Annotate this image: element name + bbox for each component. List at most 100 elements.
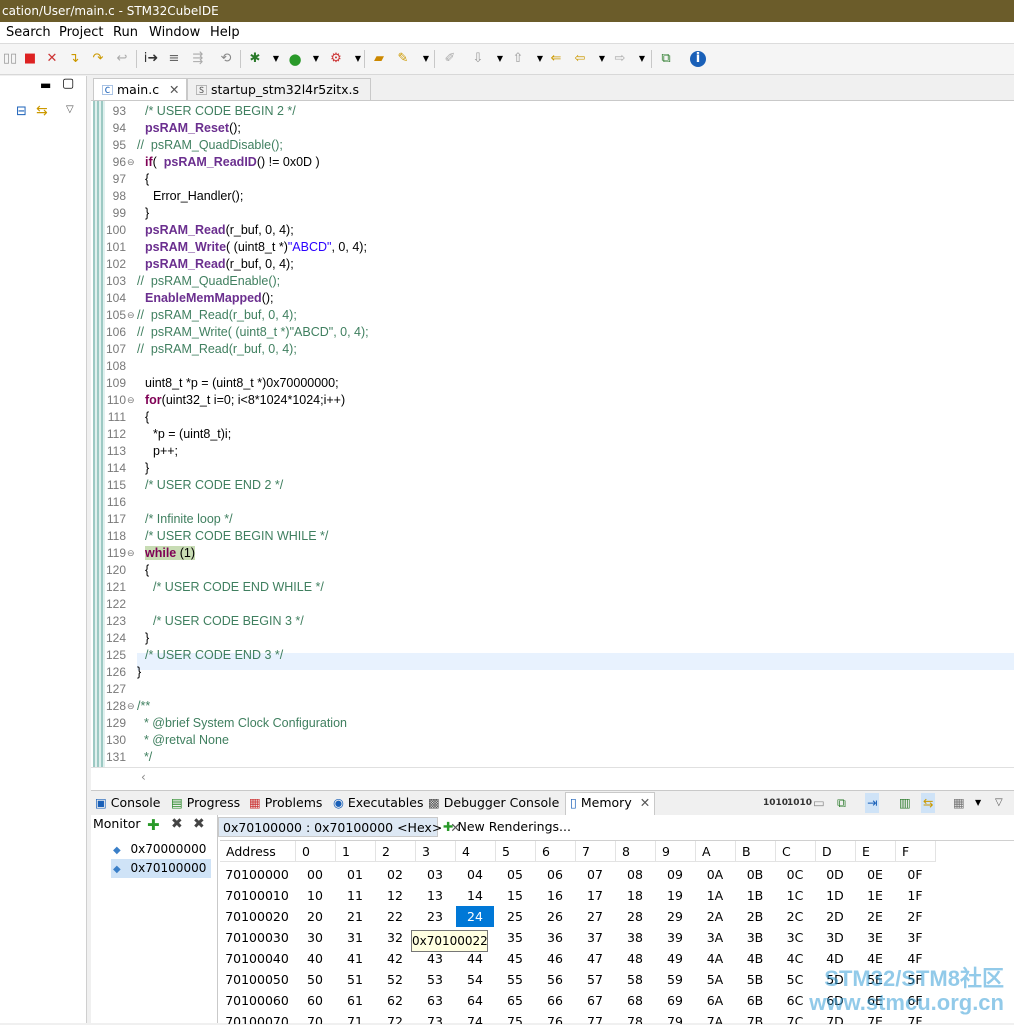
menu-project[interactable]: Project <box>59 22 103 43</box>
memory-byte-cell[interactable]: 68 <box>616 990 654 1011</box>
add-monitor-icon[interactable]: ✚ <box>147 816 160 834</box>
memory-byte-cell[interactable]: 28 <box>616 906 654 927</box>
column-header[interactable]: F <box>896 841 936 862</box>
rendering-tab[interactable]: 0x70100000 : 0x70100000 <Hex> ✕ <box>218 817 461 837</box>
close-icon[interactable]: ✕ <box>169 82 179 97</box>
memory-byte-cell[interactable]: 41 <box>336 948 374 969</box>
close-icon[interactable]: ✕ <box>640 795 650 810</box>
memory-byte-cell[interactable]: 39 <box>656 927 694 948</box>
memory-byte-cell[interactable]: 1E <box>856 885 894 906</box>
memory-byte-cell[interactable]: 45 <box>496 948 534 969</box>
tab-console[interactable]: ▣ Console <box>95 793 160 813</box>
memory-address-cell[interactable]: 70100000 <box>220 864 294 885</box>
memory-byte-cell[interactable]: 48 <box>616 948 654 969</box>
column-header[interactable]: 9 <box>656 841 696 862</box>
memory-byte-cell[interactable]: 2C <box>776 906 814 927</box>
fold-icon[interactable]: ⊖ <box>127 154 135 171</box>
menu-run[interactable]: Run <box>113 22 138 43</box>
memory-address-cell[interactable]: 70100030 <box>220 927 294 948</box>
memory-byte-cell[interactable]: 52 <box>376 969 414 990</box>
memory-byte-cell[interactable]: 36 <box>536 927 574 948</box>
column-header[interactable]: E <box>856 841 896 862</box>
fold-icon[interactable]: ⊖ <box>127 545 135 562</box>
chevron-down-icon[interactable]: ▼ <box>492 51 508 67</box>
external-tools-icon[interactable]: ⚙ <box>328 51 344 67</box>
tab-debugger-console[interactable]: ▩ Debugger Console <box>428 793 559 813</box>
terminate-icon[interactable]: ■ <box>22 51 38 67</box>
list-icon[interactable]: ≡ <box>166 51 182 67</box>
export-icon[interactable]: ⧉ <box>837 793 846 813</box>
memory-byte-cell[interactable]: 35 <box>496 927 534 948</box>
column-header[interactable]: 6 <box>536 841 576 862</box>
memory-byte-cell[interactable]: 40 <box>296 948 334 969</box>
resume-icon[interactable]: ▯▯ <box>2 51 18 67</box>
disconnect-icon[interactable]: ✕ <box>44 51 60 67</box>
open-folder-icon[interactable]: ▰ <box>371 51 387 67</box>
tab-progress[interactable]: ▤ Progress <box>171 793 240 813</box>
memory-address-cell[interactable]: 70100020 <box>220 906 294 927</box>
memory-byte-cell[interactable]: 60 <box>296 990 334 1011</box>
tab-problems[interactable]: ▦ Problems <box>249 793 322 813</box>
chevron-down-icon[interactable]: ▼ <box>418 51 434 67</box>
memory-byte-cell[interactable]: 2D <box>816 906 854 927</box>
editor-scrollbar[interactable]: ‹ <box>91 767 1014 790</box>
memory-byte-cell[interactable]: 15 <box>496 885 534 906</box>
memory-byte-cell[interactable]: 56 <box>536 969 574 990</box>
memory-byte-cell[interactable]: 76 <box>536 1011 574 1024</box>
memory-byte-cell[interactable]: 54 <box>456 969 494 990</box>
memory-byte-cell[interactable]: 27 <box>576 906 614 927</box>
new-doc-icon[interactable]: ▭ <box>813 793 825 813</box>
fold-icon[interactable]: ⊖ <box>127 307 135 324</box>
memory-byte-cell[interactable]: 03 <box>416 864 454 885</box>
chevron-down-icon[interactable]: ▼ <box>975 793 981 813</box>
memory-byte-cell[interactable]: 4A <box>696 948 734 969</box>
memory-byte-cell[interactable]: 69 <box>656 990 694 1011</box>
drop-frame-icon[interactable]: ⇶ <box>190 51 206 67</box>
memory-byte-cell[interactable]: 00 <box>296 864 334 885</box>
column-header[interactable]: A <box>696 841 736 862</box>
memory-byte-cell[interactable]: 78 <box>616 1011 654 1024</box>
memory-byte-cell[interactable]: 07 <box>576 864 614 885</box>
restart-icon[interactable]: ⟲ <box>218 51 234 67</box>
memory-byte-cell[interactable]: 16 <box>536 885 574 906</box>
annotation-icon[interactable]: ⇩ <box>470 51 486 67</box>
memory-byte-cell[interactable]: 29 <box>656 906 694 927</box>
code-editor[interactable]: 93 /* USER CODE BEGIN 2 */ 94 psRAM_Reset()… <box>91 101 1014 767</box>
memory-byte-cell[interactable]: 63 <box>416 990 454 1011</box>
memory-byte-cell[interactable]: 02 <box>376 864 414 885</box>
menu-window[interactable]: Window <box>149 22 200 43</box>
memory-byte-cell[interactable]: 61 <box>336 990 374 1011</box>
forward-icon[interactable]: ⇨ <box>612 51 628 67</box>
run-icon[interactable]: ● <box>287 51 303 67</box>
layout-icon[interactable]: ▦ <box>953 793 965 813</box>
memory-byte-cell[interactable]: 0F <box>896 864 934 885</box>
tab-executables[interactable]: ◉ Executables <box>333 793 423 813</box>
memory-byte-cell[interactable]: 05 <box>496 864 534 885</box>
memory-byte-cell[interactable]: 0C <box>776 864 814 885</box>
binary-icon[interactable]: 1010 <box>763 793 788 813</box>
memory-byte-cell[interactable]: 7A <box>696 1011 734 1024</box>
column-header[interactable]: C <box>776 841 816 862</box>
memory-byte-cell[interactable]: 5A <box>696 969 734 990</box>
column-header[interactable]: 8 <box>616 841 656 862</box>
memory-byte-cell[interactable]: 2B <box>736 906 774 927</box>
memory-byte-cell[interactable]: 1A <box>696 885 734 906</box>
memory-byte-cell[interactable]: 7B <box>736 1011 774 1024</box>
memory-byte-cell[interactable]: 55 <box>496 969 534 990</box>
memory-byte-cell[interactable]: 5B <box>736 969 774 990</box>
memory-byte-cell[interactable]: 6A <box>696 990 734 1011</box>
memory-byte-cell[interactable]: 71 <box>336 1011 374 1024</box>
instruction-step-icon[interactable]: i➜ <box>143 51 159 67</box>
memory-byte-cell[interactable]: 4C <box>776 948 814 969</box>
column-header[interactable]: 2 <box>376 841 416 862</box>
memory-byte-cell[interactable]: 53 <box>416 969 454 990</box>
step-return-icon[interactable]: ↩ <box>114 51 130 67</box>
memory-byte-cell[interactable]: 3A <box>696 927 734 948</box>
memory-byte-cell[interactable]: 66 <box>536 990 574 1011</box>
memory-byte-cell[interactable]: 6B <box>736 990 774 1011</box>
memory-byte-cell[interactable]: 19 <box>656 885 694 906</box>
view-menu-icon[interactable]: ▽ <box>66 104 74 115</box>
memory-byte-cell[interactable]: 3C <box>776 927 814 948</box>
memory-byte-cell[interactable]: 3F <box>896 927 934 948</box>
new-renderings-tab[interactable]: ✚ New Renderings... <box>443 817 571 837</box>
